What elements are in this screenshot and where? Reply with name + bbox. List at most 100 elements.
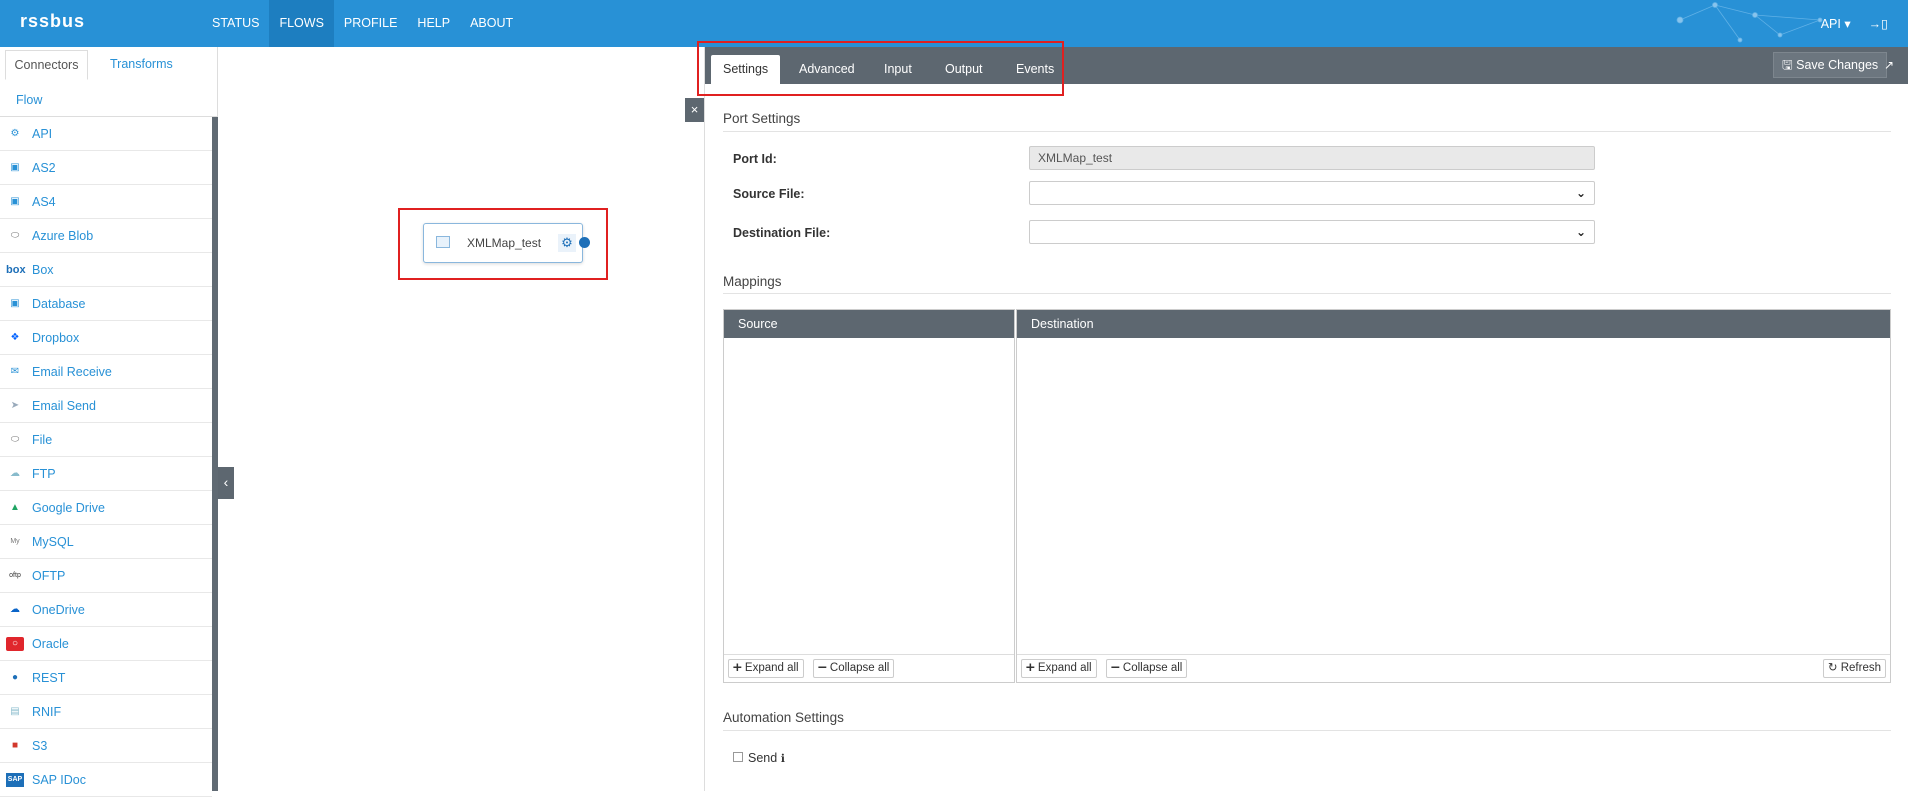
api-icon: ⚙ — [10, 127, 20, 139]
gear-icon[interactable]: ⚙ — [558, 234, 576, 252]
s3-icon: ■ — [11, 739, 19, 751]
email-receive-icon: ✉ — [10, 365, 20, 377]
mappings-title: Mappings — [723, 274, 782, 289]
node-output-connector[interactable] — [579, 237, 590, 248]
sidebar-item-rest[interactable]: ● REST — [0, 661, 212, 695]
source-expand-all-button[interactable]: ➕︎ Expand all — [728, 659, 804, 678]
sidebar-item-sap-idoc[interactable]: SAP SAP IDoc — [0, 763, 212, 797]
collapse-all-label: Collapse all — [829, 662, 890, 674]
automation-settings-title: Automation Settings — [723, 710, 844, 725]
tab-transforms[interactable]: Transforms — [110, 57, 173, 71]
flow-node-xmlmap[interactable]: XMLMap_test ⚙ — [423, 223, 583, 263]
sidebar-item-oftp[interactable]: oftp OFTP — [0, 559, 212, 593]
sidebar-item-email-send[interactable]: ➤ Email Send — [0, 389, 212, 423]
sidebar-item-label: Dropbox — [32, 330, 80, 345]
source-tree-panel: Source ➕︎ Expand all ➖︎ Collapse all — [723, 309, 1015, 683]
file-icon: ⬭ — [10, 433, 20, 445]
chevron-down-icon: ⌄ — [1575, 186, 1586, 200]
sidebar-item-label: REST — [32, 670, 66, 685]
sidebar-item-mysql[interactable]: My MySQL — [0, 525, 212, 559]
as4-icon: ▣ — [10, 195, 20, 207]
user-menu[interactable]: API ▾ — [1821, 16, 1851, 31]
destination-file-label: Destination File: — [733, 226, 831, 240]
external-link-icon[interactable]: ↗ — [1884, 58, 1894, 72]
source-file-label: Source File: — [733, 187, 805, 201]
sidebar-item-email-receive[interactable]: ✉ Email Receive — [0, 355, 212, 389]
refresh-button[interactable]: ↻ Refresh — [1822, 659, 1886, 678]
ftp-icon: ☁ — [10, 467, 20, 479]
connectors-sidebar: Connectors Transforms Flow ⚙ API ▣ AS2 ▣ AS… — [0, 47, 218, 797]
sidebar-item-label: FTP — [32, 466, 56, 481]
sidebar-item-rnif[interactable]: ▤ RNIF — [0, 695, 212, 729]
source-collapse-all-button[interactable]: ➖︎ Collapse all — [813, 659, 895, 678]
mysql-icon: My — [10, 537, 20, 545]
plus-icon: ➕︎ — [1026, 662, 1035, 674]
sidebar-item-label: OFTP — [32, 568, 66, 583]
logout-icon[interactable]: →▯ — [1869, 16, 1888, 31]
sidebar-item-file[interactable]: ⬭ File — [0, 423, 212, 457]
nav-help[interactable]: HELP — [407, 0, 460, 47]
chevron-down-icon: ⌄ — [1575, 225, 1586, 239]
plus-icon: ➕︎ — [733, 662, 742, 674]
minus-icon: ➖︎ — [818, 662, 827, 674]
brand-logo[interactable]: rssbus — [20, 11, 85, 32]
save-changes-button[interactable]: 🖫 Save Changes — [1773, 52, 1888, 78]
destination-footer: ➕︎ Expand all ➖︎ Collapse all ↻ Refresh — [1017, 654, 1890, 682]
xmlmap-icon — [436, 236, 450, 248]
connector-list: ⚙ API ▣ AS2 ▣ AS4 ⬭ Azure Blob box Box ▣ Datab… — [0, 117, 212, 797]
nav-profile[interactable]: PROFILE — [334, 0, 408, 47]
tabs-highlight-box — [697, 41, 1064, 96]
sidebar-item-azure-blob[interactable]: ⬭ Azure Blob — [0, 219, 212, 253]
destination-file-select[interactable]: ⌄ — [1029, 220, 1595, 244]
close-panel-button[interactable]: × — [685, 98, 704, 122]
tab-connectors[interactable]: Connectors — [5, 50, 88, 80]
sidebar-item-as4[interactable]: ▣ AS4 — [0, 185, 212, 219]
destination-collapse-all-button[interactable]: ➖︎ Collapse all — [1106, 659, 1188, 678]
source-header: Source — [724, 310, 1014, 338]
save-icon: 🖫 — [1782, 58, 1793, 72]
nav-status[interactable]: STATUS — [202, 0, 269, 47]
source-file-select[interactable]: ⌄ — [1029, 181, 1595, 205]
source-footer: ➕︎ Expand all ➖︎ Collapse all — [724, 654, 1014, 682]
minus-icon: ➖︎ — [1111, 662, 1120, 674]
sidebar-item-onedrive[interactable]: ☁ OneDrive — [0, 593, 212, 627]
destination-header: Destination — [1017, 310, 1890, 338]
sap-idoc-icon: SAP — [6, 772, 24, 787]
divider — [723, 131, 1891, 132]
sidebar-item-database[interactable]: ▣ Database — [0, 287, 212, 321]
nav-about[interactable]: ABOUT — [460, 0, 523, 47]
expand-all-label: Expand all — [1037, 662, 1092, 674]
tab-flow[interactable]: Flow — [16, 93, 42, 107]
port-id-label: Port Id: — [733, 152, 777, 166]
sidebar-item-label: Oracle — [32, 636, 69, 651]
info-icon[interactable]: ℹ — [781, 753, 785, 765]
onedrive-icon: ☁ — [10, 603, 20, 615]
sidebar-item-label: Box — [32, 262, 54, 277]
sidebar-item-label: SAP IDoc — [32, 772, 86, 787]
destination-tree-panel: Destination ➕︎ Expand all ➖︎ Collapse al… — [1016, 309, 1891, 683]
refresh-label: Refresh — [1840, 662, 1881, 674]
sidebar-item-s3[interactable]: ■ S3 — [0, 729, 212, 763]
rest-icon: ● — [11, 671, 19, 683]
sidebar-item-box[interactable]: box Box — [0, 253, 212, 287]
sidebar-item-google-drive[interactable]: ▲ Google Drive — [0, 491, 212, 525]
sidebar-item-api[interactable]: ⚙ API — [0, 117, 212, 151]
sidebar-item-dropbox[interactable]: ❖ Dropbox — [0, 321, 212, 355]
destination-expand-all-button[interactable]: ➕︎ Expand all — [1021, 659, 1097, 678]
sidebar-item-label: AS2 — [32, 160, 56, 175]
sidebar-item-oracle[interactable]: ○ Oracle — [0, 627, 212, 661]
sidebar-item-label: RNIF — [32, 704, 62, 719]
send-checkbox[interactable] — [733, 752, 743, 762]
port-settings-title: Port Settings — [723, 111, 801, 126]
dropbox-icon: ❖ — [10, 331, 20, 343]
sidebar-item-ftp[interactable]: ☁ FTP — [0, 457, 212, 491]
expand-all-label: Expand all — [744, 662, 799, 674]
send-label-text: Send — [748, 751, 778, 765]
sidebar-scrollbar[interactable] — [212, 117, 218, 791]
nav-flows[interactable]: FLOWS — [269, 0, 334, 47]
divider — [723, 730, 1891, 731]
sidebar-item-label: Google Drive — [32, 500, 105, 515]
sidebar-item-label: File — [32, 432, 53, 447]
sidebar-item-as2[interactable]: ▣ AS2 — [0, 151, 212, 185]
sidebar-collapse-button[interactable]: ‹ — [218, 467, 234, 499]
